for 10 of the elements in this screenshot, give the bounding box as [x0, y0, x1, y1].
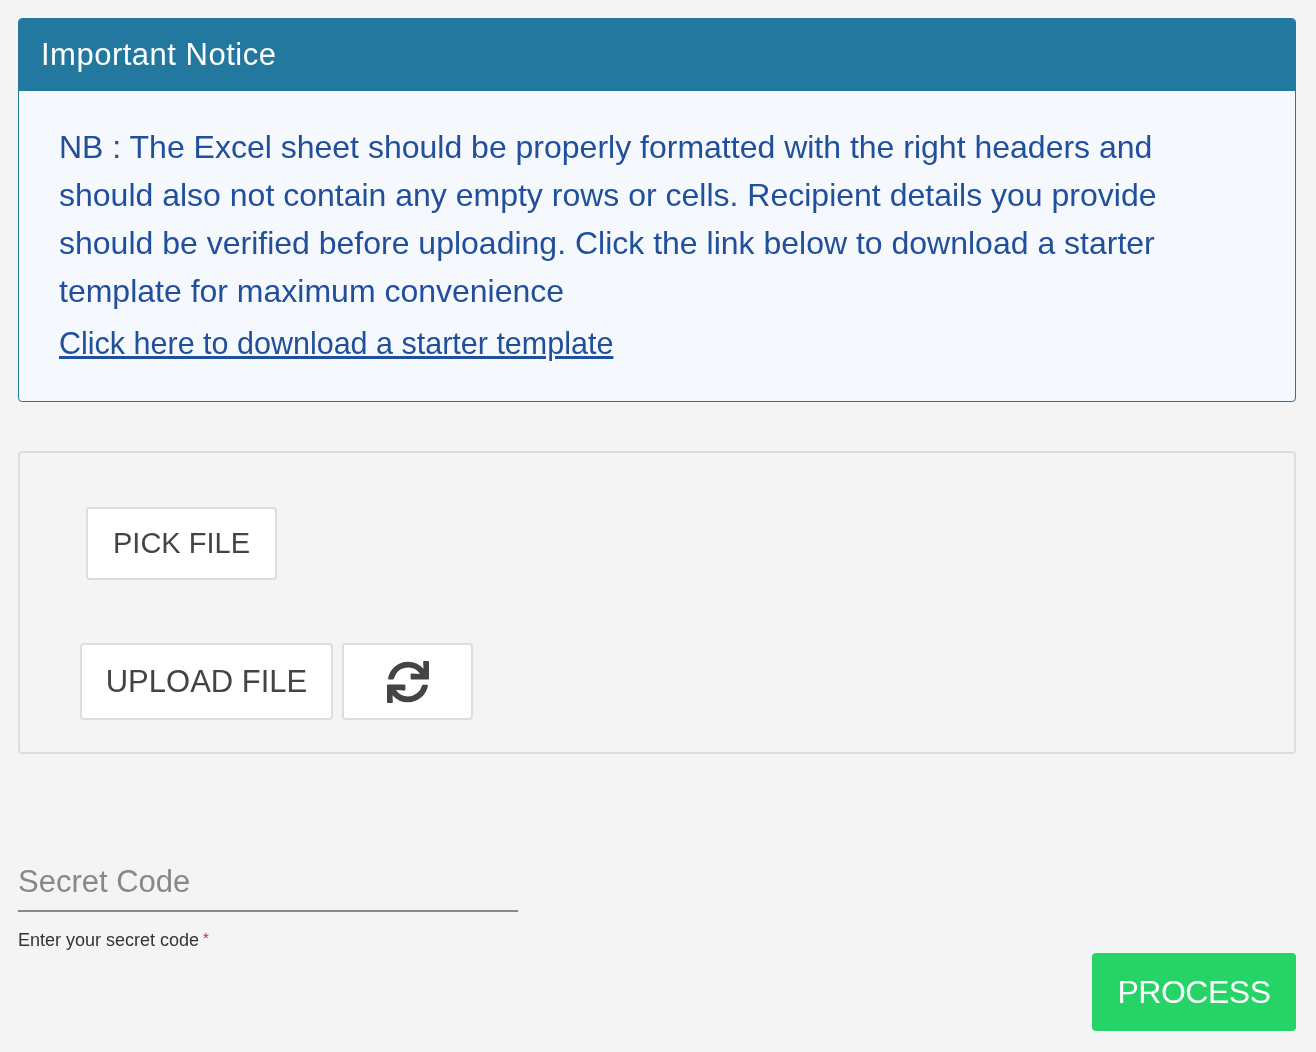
notice-title: Important Notice	[41, 37, 277, 73]
refresh-button[interactable]	[342, 643, 473, 720]
required-mark: *	[203, 930, 209, 945]
pick-file-button[interactable]: PICK FILE	[86, 507, 277, 580]
upload-file-button[interactable]: UPLOAD FILE	[80, 643, 333, 720]
secret-code-hint: Enter your secret code	[18, 930, 200, 951]
notice-message: NB : The Excel sheet should be properly formatted with the right headers and should also not contain any empty rows or cells. Recipient details you provide should be verified before uploading. Click the link below to download a starter template for maximum convenience	[59, 128, 1158, 311]
secret-code-field[interactable]: Secret Code	[18, 854, 518, 912]
refresh-icon	[386, 660, 429, 703]
download-template-link[interactable]: Click here to download a starter template	[59, 323, 614, 363]
